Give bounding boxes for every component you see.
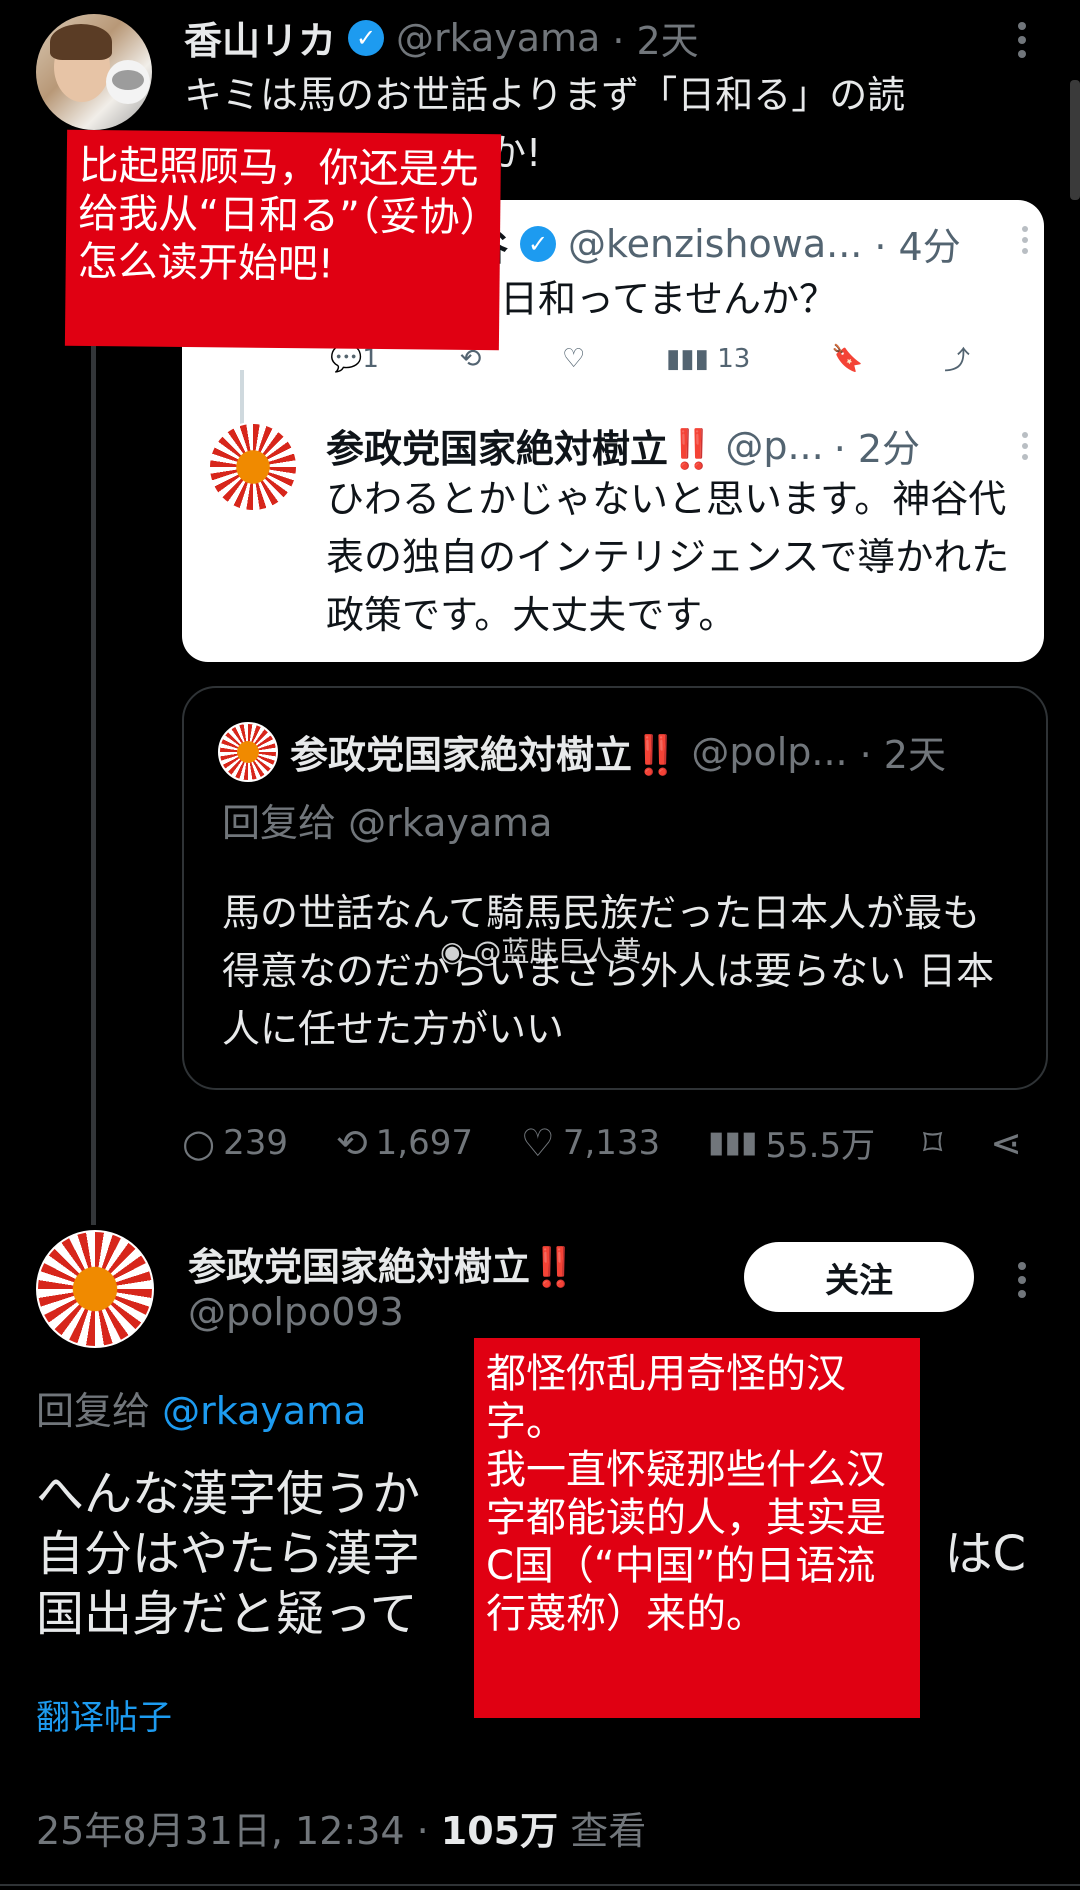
top-tweet-time[interactable]: · 2天	[612, 10, 698, 65]
verified-badge-icon: ✓	[520, 225, 557, 262]
like-button[interactable]: ♡ 7,133	[521, 1121, 660, 1165]
views-icon[interactable]: ▮▮▮ 13	[666, 344, 750, 374]
translate-post-link[interactable]: 翻译帖子	[36, 1690, 172, 1739]
main-post-views-count: 105万	[440, 1809, 559, 1853]
retweet-count: 1,697	[375, 1122, 473, 1163]
reply-count: 239	[223, 1122, 289, 1163]
more-options-icon[interactable]	[1018, 22, 1026, 58]
main-post-name[interactable]: 参政党国家絶対樹立‼️	[188, 1236, 577, 1291]
top-tweet-text-line1: キミは馬のお世話よりまず「日和る」の読	[184, 73, 906, 117]
main-post-handle[interactable]: @polpo093	[188, 1290, 404, 1334]
embedded-post2-handle[interactable]: @p...	[725, 424, 823, 468]
views-count: 13	[717, 343, 751, 374]
weibo-logo-icon: ◉	[440, 935, 465, 968]
more-options-icon[interactable]	[1018, 1262, 1026, 1298]
embedded-post2-text: ひわるとかじゃないと思います。神谷代表の独自のインテリジェンスで導かれた政策です…	[326, 477, 1010, 637]
quoted-avatar[interactable]	[218, 722, 278, 782]
verified-badge-icon: ✓	[348, 19, 385, 56]
main-post-views-label: 查看	[570, 1809, 647, 1853]
retweet-button[interactable]: ⟲ 1,697	[336, 1121, 473, 1165]
retweet-icon: ⟲	[335, 1120, 368, 1165]
quoted-reply-to-prefix: 回复给	[222, 801, 337, 845]
main-post-timestamp[interactable]: 25年8月31日, 12:34 ·	[36, 1809, 441, 1853]
main-post-text-line2-tail: はC	[944, 1526, 1026, 1582]
main-post-reply-to-handle[interactable]: @rkayama	[162, 1389, 366, 1433]
main-post-reply-to-prefix: 回复给	[36, 1389, 151, 1433]
reply-button[interactable]: ○ 239	[182, 1121, 288, 1165]
embedded-post1-text: 日和ってませんか？	[500, 277, 838, 321]
quoted-time[interactable]: · 2天	[860, 724, 946, 779]
bookmark-icon[interactable]: 🔖	[831, 344, 863, 374]
reply-icon: ○	[182, 1120, 216, 1165]
watermark: ◉ @蓝肤巨人黄	[440, 930, 641, 970]
like-icon: ♡	[520, 1120, 555, 1165]
embedded-post2-name[interactable]: 参政党国家絶対樹立‼️	[326, 418, 715, 473]
quoted-reply-to-handle[interactable]: @rkayama	[348, 801, 552, 845]
bookmark-button[interactable]: ⌑	[923, 1121, 943, 1165]
share-icon: ⋖	[990, 1120, 1022, 1165]
like-icon[interactable]: ♡	[562, 344, 585, 374]
main-post-reply-to: 回复给 @rkayama	[36, 1380, 366, 1435]
embedded-post2-time[interactable]: · 2分	[834, 418, 920, 473]
quoted-tweet-card[interactable]: 参政党国家絶対樹立‼️ @polp... · 2天 回复给 @rkayama 馬…	[182, 686, 1048, 1090]
divider	[0, 1884, 1080, 1886]
views-count: 55.5万	[765, 1126, 876, 1166]
embedded-post2-avatar[interactable]	[208, 422, 298, 512]
top-tweet-avatar[interactable]	[36, 14, 152, 130]
embedded-post2-header: 参政党国家絶対樹立‼️ @p... · 2分	[326, 418, 920, 473]
views-button[interactable]: ▮▮▮ 55.5万	[708, 1118, 875, 1167]
top-tweet-handle[interactable]: @rkayama	[396, 16, 600, 60]
main-post-text-line2: 自分はやたら漢字	[36, 1526, 421, 1582]
embedded-post1-handle[interactable]: @kenzishowa...	[568, 222, 862, 266]
share-button[interactable]: ⋖	[990, 1121, 1022, 1165]
main-post-meta: 25年8月31日, 12:34 · 105万 查看	[36, 1800, 646, 1855]
share-icon[interactable]: ⤴	[944, 340, 970, 377]
action-bar: ○ 239 ⟲ 1,697 ♡ 7,133 ▮▮▮ 55.5万 ⌑ ⋖	[182, 1118, 1022, 1167]
embedded-post1-header: 神谷 ✓ @kenzishowa... · 4分	[432, 216, 961, 271]
annotation-top: 比起照顾马，你还是先给我从“日和る”（妥协）怎么读开始吧!	[64, 129, 502, 351]
scrollbar[interactable]	[1070, 80, 1080, 200]
like-count: 7,133	[562, 1122, 661, 1163]
annotation-bottom: 都怪你乱用奇怪的汉字。 我一直怀疑那些什么汉字都能读的人，其实是C国（“中国”的…	[474, 1338, 920, 1718]
bookmark-icon: ⌑	[922, 1120, 943, 1165]
follow-button[interactable]: 关注	[744, 1242, 974, 1312]
more-options-icon[interactable]	[1022, 432, 1028, 460]
watermark-text: @蓝肤巨人黄	[473, 935, 642, 968]
quoted-header: 参政党国家絶対樹立‼️ @polp... · 2天	[290, 724, 946, 779]
main-post-avatar[interactable]	[36, 1230, 154, 1348]
more-options-icon[interactable]	[1022, 226, 1028, 254]
top-tweet-name[interactable]: 香山リカ	[184, 10, 336, 65]
views-icon: ▮▮▮	[707, 1125, 758, 1160]
quoted-handle[interactable]: @polp...	[691, 730, 847, 774]
quoted-name[interactable]: 参政党国家絶対樹立‼️	[290, 724, 679, 779]
quoted-reply-to: 回复给 @rkayama	[222, 792, 552, 847]
top-tweet-header: 香山リカ ✓ @rkayama · 2天	[184, 10, 699, 65]
quoted-text: 馬の世話なんて騎馬民族だった日本人が最も得意なのだからいまさら外人は要らない 日…	[222, 891, 995, 1051]
embedded-post1-time[interactable]: · 4分	[874, 216, 960, 271]
